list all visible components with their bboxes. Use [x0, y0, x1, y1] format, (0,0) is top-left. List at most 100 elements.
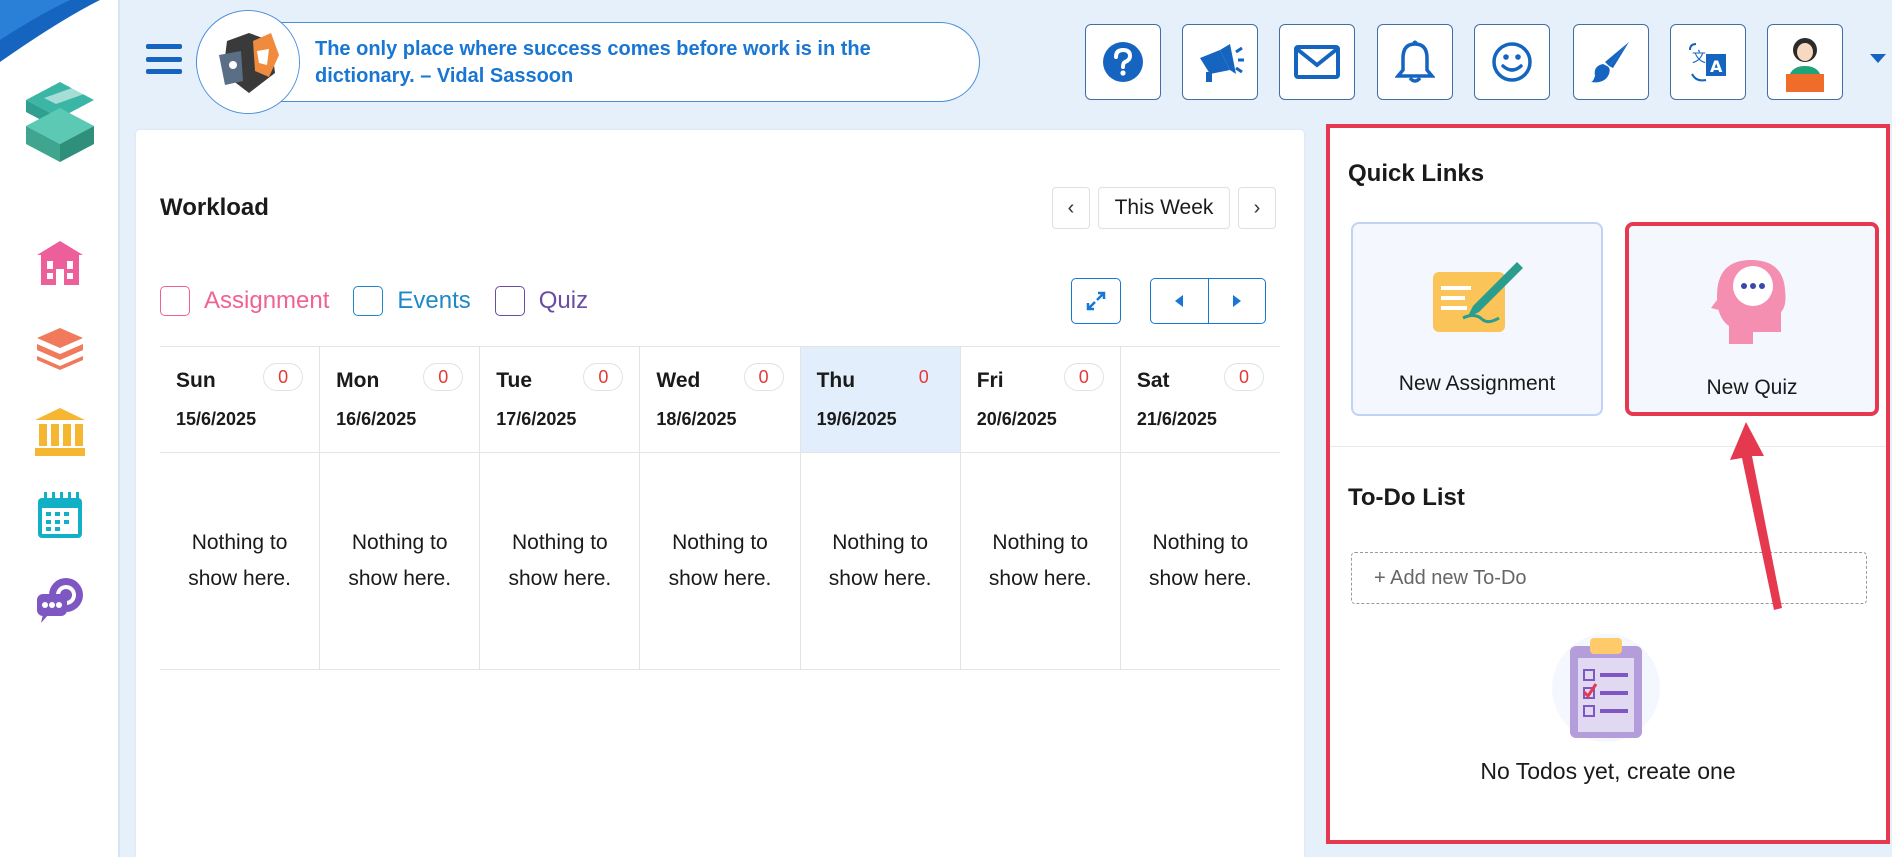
day-empty-text: Nothing to show here. [988, 531, 1092, 590]
announcements-button[interactable] [1182, 24, 1258, 100]
day-header[interactable]: Fri 20/6/2025 0 [960, 347, 1120, 453]
day-empty-text: Nothing to show here. [348, 531, 452, 590]
day-empty-text: Nothing to show here. [188, 531, 291, 590]
assignment-icon [1433, 262, 1523, 332]
workload-title: Workload [160, 194, 269, 221]
pager-prev-button[interactable] [1151, 279, 1209, 323]
profile-dropdown-caret-icon[interactable] [1870, 54, 1886, 63]
filter-quiz[interactable]: Quiz [494, 286, 588, 316]
day-header[interactable]: Sat 21/6/2025 0 [1120, 347, 1280, 453]
filter-assignment[interactable]: Assignment [160, 286, 329, 316]
day-name: Wed [656, 369, 701, 392]
help-icon [1103, 42, 1143, 82]
quote-text: The only place where success comes befor… [315, 38, 871, 87]
language-button[interactable]: 文 A [1670, 24, 1746, 100]
assignment-checkbox[interactable] [160, 286, 190, 316]
divider [1330, 446, 1886, 447]
expand-button[interactable] [1071, 278, 1121, 324]
mail-icon [1294, 45, 1340, 79]
day-count-badge: 0 [423, 363, 464, 391]
day-date: 15/6/2025 [176, 409, 257, 429]
this-week-button[interactable]: This Week [1098, 187, 1230, 229]
theme-button[interactable] [1573, 24, 1649, 100]
new-assignment-label: New Assignment [1398, 372, 1556, 395]
filter-events[interactable]: Events [353, 286, 471, 316]
new-quiz-label: New Quiz [1706, 376, 1798, 399]
calendar-pager [1150, 278, 1266, 324]
day-name: Sun [176, 369, 216, 392]
week-grid: Sun 15/6/2025 0 Nothing to show here. Mo… [160, 346, 1280, 670]
day-count-badge: 0 [263, 363, 304, 391]
messages-button[interactable] [1279, 24, 1355, 100]
prev-week-button[interactable]: ‹ [1052, 187, 1090, 229]
new-assignment-button[interactable]: New Assignment [1351, 222, 1603, 416]
books-icon[interactable] [30, 318, 90, 378]
filter-events-label: Events [397, 287, 471, 314]
bell-icon [1395, 40, 1435, 83]
chevron-left-icon: ‹ [1067, 196, 1075, 219]
workload-filters: Assignment Events Quiz [160, 286, 612, 316]
day-count-badge: 0 [583, 363, 624, 391]
day-column: Sat 21/6/2025 0 Nothing to show here. [1120, 347, 1280, 669]
day-empty-text: Nothing to show here. [1149, 531, 1252, 590]
day-column: Wed 18/6/2025 0 Nothing to show here. [640, 347, 801, 669]
quick-links-panel: Quick Links New Assignment New Quiz To-D… [1326, 124, 1890, 844]
day-header[interactable]: Mon 16/6/2025 0 [320, 347, 480, 453]
annotation-arrow-icon [1730, 422, 1782, 610]
notifications-button[interactable] [1377, 24, 1453, 100]
expand-icon [1086, 291, 1106, 311]
feedback-button[interactable] [1474, 24, 1550, 100]
day-date: 18/6/2025 [656, 409, 737, 429]
calendar-icon[interactable] [30, 486, 90, 546]
day-empty-text: Nothing to show here. [828, 531, 932, 590]
app-logo-icon[interactable] [14, 74, 106, 166]
day-count-badge: 0 [918, 366, 929, 387]
day-name: Tue [496, 369, 533, 392]
quiz-head-icon [1711, 260, 1786, 344]
clipboard-icon [1552, 634, 1660, 742]
todo-title: To-Do List [1348, 484, 1465, 511]
translate-icon: 文 A [1689, 43, 1726, 82]
day-date: 20/6/2025 [976, 409, 1057, 429]
sidebar [0, 0, 120, 857]
svg-text:A: A [1710, 57, 1723, 76]
corner-logo-icon [0, 0, 100, 62]
day-header[interactable]: Tue 17/6/2025 0 [480, 347, 640, 453]
day-header[interactable]: Sun 15/6/2025 0 [160, 347, 320, 453]
svg-text:文: 文 [1692, 50, 1706, 66]
institution-icon[interactable] [30, 402, 90, 462]
events-checkbox[interactable] [353, 286, 384, 316]
profile-button[interactable] [1767, 24, 1843, 100]
caret-right-icon [1232, 295, 1241, 307]
menu-hamburger-icon[interactable] [146, 44, 182, 74]
smiley-icon [1492, 42, 1532, 82]
day-name: Sat [1136, 369, 1170, 392]
caret-left-icon [1175, 295, 1184, 307]
school-icon[interactable] [30, 234, 90, 294]
day-column-today: Thu 19/6/2025 0 Nothing to show here. [800, 347, 961, 669]
chevron-right-icon: › [1253, 196, 1261, 219]
paintbrush-icon [1591, 42, 1629, 83]
next-week-button[interactable]: › [1238, 187, 1276, 229]
day-date: 19/6/2025 [816, 409, 897, 429]
pager-next-button[interactable] [1209, 279, 1266, 323]
profile-avatar [1786, 38, 1824, 92]
day-empty-text: Nothing to show here. [508, 531, 612, 590]
day-count-badge: 0 [743, 363, 784, 391]
day-name: Thu [816, 369, 856, 392]
day-column: Tue 17/6/2025 0 Nothing to show here. [480, 347, 641, 669]
day-date: 21/6/2025 [1136, 409, 1217, 429]
day-empty-text: Nothing to show here. [668, 531, 772, 590]
new-quiz-button[interactable]: New Quiz [1625, 222, 1879, 416]
quote-avatar [196, 10, 300, 114]
day-date: 17/6/2025 [496, 409, 577, 429]
week-navigator: ‹ This Week › [1052, 187, 1276, 231]
day-header-today[interactable]: Thu 19/6/2025 0 [800, 347, 960, 453]
quiz-checkbox[interactable] [494, 286, 525, 316]
day-column: Fri 20/6/2025 0 Nothing to show here. [960, 347, 1121, 669]
day-header[interactable]: Wed 18/6/2025 0 [640, 347, 800, 453]
help-button[interactable] [1085, 24, 1161, 100]
day-count-badge: 0 [1063, 363, 1104, 391]
chat-icon[interactable] [30, 570, 90, 630]
day-column: Mon 16/6/2025 0 Nothing to show here. [320, 347, 481, 669]
